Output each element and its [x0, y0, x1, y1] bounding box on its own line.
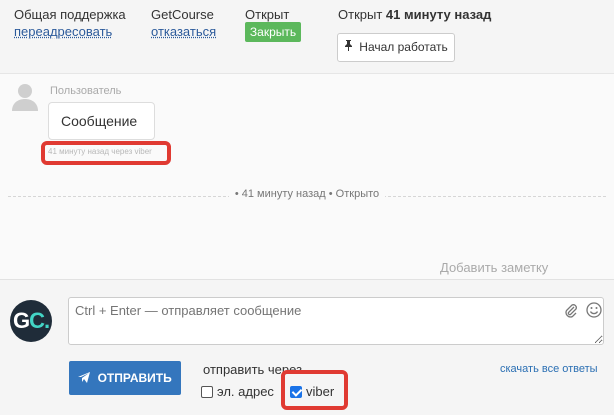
send-button-label: ОТПРАВИТЬ: [97, 371, 172, 385]
ticket-header: Общая поддержка переадресовать GetCourse…: [0, 0, 614, 73]
download-all-answers-link[interactable]: скачать все ответы: [500, 363, 598, 375]
highlight-viber: [281, 370, 348, 410]
opened-prefix: Открыт: [338, 7, 383, 22]
paper-plane-icon: [78, 371, 97, 385]
opened-time: 41 минуту назад: [385, 7, 492, 22]
timeline-event-text: • 41 минуту назад • Открыто: [228, 188, 386, 200]
redirect-link[interactable]: переадресовать: [14, 23, 126, 40]
email-checkbox[interactable]: [201, 385, 213, 398]
support-column: Общая поддержка переадресовать: [14, 6, 126, 40]
smiley-icon[interactable]: [586, 302, 602, 322]
user-label: Пользователь: [50, 85, 122, 97]
opened-ago: Открыт 41 минуту назад: [338, 6, 491, 23]
highlight-message-meta: [41, 141, 171, 165]
product-label: GetCourse: [151, 7, 214, 22]
gc-avatar: GC.: [10, 300, 52, 342]
send-button[interactable]: ОТПРАВИТЬ: [69, 361, 181, 395]
message-bubble: Сообщение: [48, 102, 155, 140]
paperclip-icon[interactable]: [564, 304, 582, 322]
message-input[interactable]: [68, 297, 604, 345]
start-work-button[interactable]: Начал работать: [337, 33, 455, 62]
compose-area: GC. ОТПРАВИТЬ отправить через эл. адрес …: [0, 279, 614, 415]
input-icons: [560, 302, 602, 322]
timeline-event: • 41 минуту назад • Открыто: [0, 188, 614, 200]
close-ticket-button[interactable]: Закрыть: [245, 22, 301, 42]
start-work-label: Начал работать: [359, 40, 448, 54]
status-label: Открыт: [245, 7, 290, 22]
pin-icon: [344, 40, 356, 54]
support-label: Общая поддержка: [14, 7, 126, 22]
status-column: Открыт: [245, 6, 289, 23]
conversation-area: Пользователь Сообщение 41 минуту назад ч…: [0, 73, 614, 280]
user-avatar-icon: [10, 81, 40, 111]
channel-email[interactable]: эл. адрес: [201, 384, 274, 399]
email-label: эл. адрес: [217, 384, 274, 399]
refuse-link[interactable]: отказаться: [151, 23, 216, 40]
product-column: GetCourse отказаться: [151, 6, 216, 40]
add-note-link[interactable]: Добавить заметку: [440, 260, 548, 275]
